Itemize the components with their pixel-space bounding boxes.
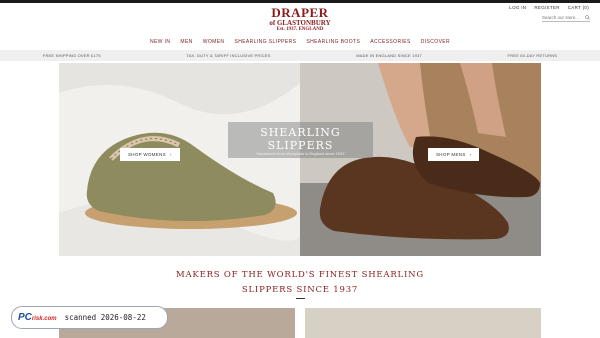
hero-subtitle: Handmade from sheepskin in England since…: [256, 151, 345, 156]
feature-image-right[interactable]: [305, 308, 541, 338]
benefit-returns: FREE 60-DAY RETURNS: [507, 53, 558, 58]
nav-shearling-slippers[interactable]: SHEARLING SLIPPERS: [234, 39, 296, 45]
nav-men[interactable]: MEN: [180, 39, 192, 45]
headline-divider: [296, 298, 305, 299]
top-bar: [0, 0, 600, 3]
main-nav: NEW IN MEN WOMEN SHEARLING SLIPPERS SHEA…: [0, 39, 600, 45]
shop-mens-button[interactable]: SHOP MENS ›: [428, 148, 480, 161]
login-link[interactable]: LOG IN: [509, 5, 526, 10]
pcrisk-logo: PCrisk.com: [18, 312, 57, 323]
logo-line-3: Est. 1937. ENGLAND: [276, 27, 324, 32]
shop-womens-button[interactable]: SHOP WOMENS ›: [120, 148, 180, 161]
register-link[interactable]: REGISTER: [534, 5, 559, 10]
search-input[interactable]: [542, 14, 580, 20]
arrow-right-icon: ›: [469, 152, 472, 157]
headline-line-2: SLIPPERS SINCE 1937: [241, 285, 359, 295]
nav-shearling-boots[interactable]: SHEARLING BOOTS: [306, 39, 360, 45]
benefits-strip: FREE SHIPPING OVER £175 TAX, DUTY & TARI…: [0, 50, 600, 61]
scan-watermark: PCrisk.com scanned 2026-08-22: [11, 306, 168, 329]
utility-links: LOG IN REGISTER CART (0): [509, 5, 589, 10]
hero-image-men[interactable]: [300, 63, 541, 256]
cart-link[interactable]: CART (0): [568, 5, 589, 10]
nav-new-in[interactable]: NEW IN: [150, 39, 170, 45]
headline-line-1: MAKERS OF THE WORLD'S FINEST SHEARLING: [175, 270, 424, 280]
logo-line-1: DRAPER: [271, 5, 329, 20]
logo-line-2: of GLASTONBURY: [269, 19, 331, 27]
men-slipper-image: [300, 63, 541, 256]
shop-womens-label: SHOP WOMENS: [128, 152, 166, 157]
brand-logo[interactable]: DRAPER of GLASTONBURY Est. 1937. ENGLAND: [250, 6, 350, 33]
benefit-shipping: FREE SHIPPING OVER £175: [42, 53, 101, 58]
nav-women[interactable]: WOMEN: [203, 39, 225, 45]
benefit-tax: TAX, DUTY & TARIFF INCLUSIVE PRICES: [186, 53, 271, 58]
search-bar: [542, 13, 590, 22]
shop-mens-label: SHOP MENS: [436, 152, 466, 157]
hero-title: SHEARLING SLIPPERS: [260, 126, 341, 152]
scan-date: scanned 2026-08-22: [64, 313, 146, 322]
search-icon[interactable]: [585, 14, 590, 20]
benefit-made-in-england: MADE IN ENGLAND SINCE 1937: [356, 53, 422, 58]
nav-discover[interactable]: DISCOVER: [421, 39, 450, 45]
nav-accessories[interactable]: ACCESSORIES: [370, 39, 411, 45]
brand-headline: MAKERS OF THE WORLD'S FINEST SHEARLING S…: [150, 268, 450, 298]
arrow-right-icon: ›: [169, 152, 172, 157]
